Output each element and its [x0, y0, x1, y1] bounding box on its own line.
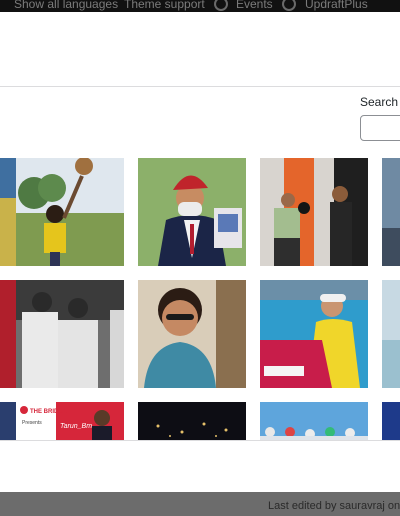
attachment-thumbnail-women-bw[interactable]	[16, 280, 124, 388]
attachment-thumbnail-partial[interactable]	[0, 158, 16, 266]
updraftplus-link[interactable]: UpdraftPlus	[305, 0, 368, 11]
attachment-thumbnail-tennis-player[interactable]	[260, 280, 368, 388]
attachment-thumbnail-girl-football[interactable]	[16, 158, 124, 266]
theme-support-link[interactable]: Theme support	[124, 0, 205, 11]
editor-status-bar: Last edited by sauravraj on 6	[0, 492, 400, 516]
attachment-thumbnail-partial-2[interactable]	[0, 280, 16, 388]
attachment-thumbnail-webinar-banner[interactable]: THE BRIDGE Presents Tarun_Bm	[16, 402, 124, 440]
webinar-name-text: Tarun_Bm	[60, 423, 92, 430]
attachment-thumbnail-woman-smiling[interactable]	[138, 280, 246, 388]
webinar-brand-text: THE BRIDGE	[30, 409, 67, 415]
attachment-thumbnail-partial-right[interactable]	[382, 158, 400, 266]
modal-footer	[0, 440, 400, 492]
updraftplus-icon	[282, 0, 296, 11]
media-modal: Search THE BRIDGE Presents Tarun_Bm	[0, 12, 400, 492]
attachment-thumbnail-partial-right-2[interactable]	[382, 280, 400, 388]
attachment-thumbnail-partial-3[interactable]	[0, 402, 16, 440]
show-all-languages-link[interactable]: Show all languages	[14, 0, 118, 11]
attachment-thumbnail-crowd[interactable]	[260, 402, 368, 440]
events-link[interactable]: Events	[236, 0, 273, 11]
attachment-thumbnail-boxers[interactable]	[260, 158, 368, 266]
search-input[interactable]	[360, 115, 400, 141]
media-library-panel: Search THE BRIDGE Presents Tarun_Bm	[0, 88, 400, 440]
attachment-thumbnail-night-skyline[interactable]	[138, 402, 246, 440]
search-label: Search	[360, 95, 399, 109]
admin-bar: Show all languages Theme support Events …	[0, 0, 400, 12]
events-icon	[214, 0, 228, 11]
webinar-presents-text: Presents	[22, 420, 42, 426]
modal-header	[0, 12, 400, 87]
attachment-thumbnail-partial-right-3[interactable]	[382, 402, 400, 440]
attachment-thumbnail-man-book[interactable]	[138, 158, 246, 266]
last-edited-text: Last edited by sauravraj on 6	[268, 500, 400, 512]
